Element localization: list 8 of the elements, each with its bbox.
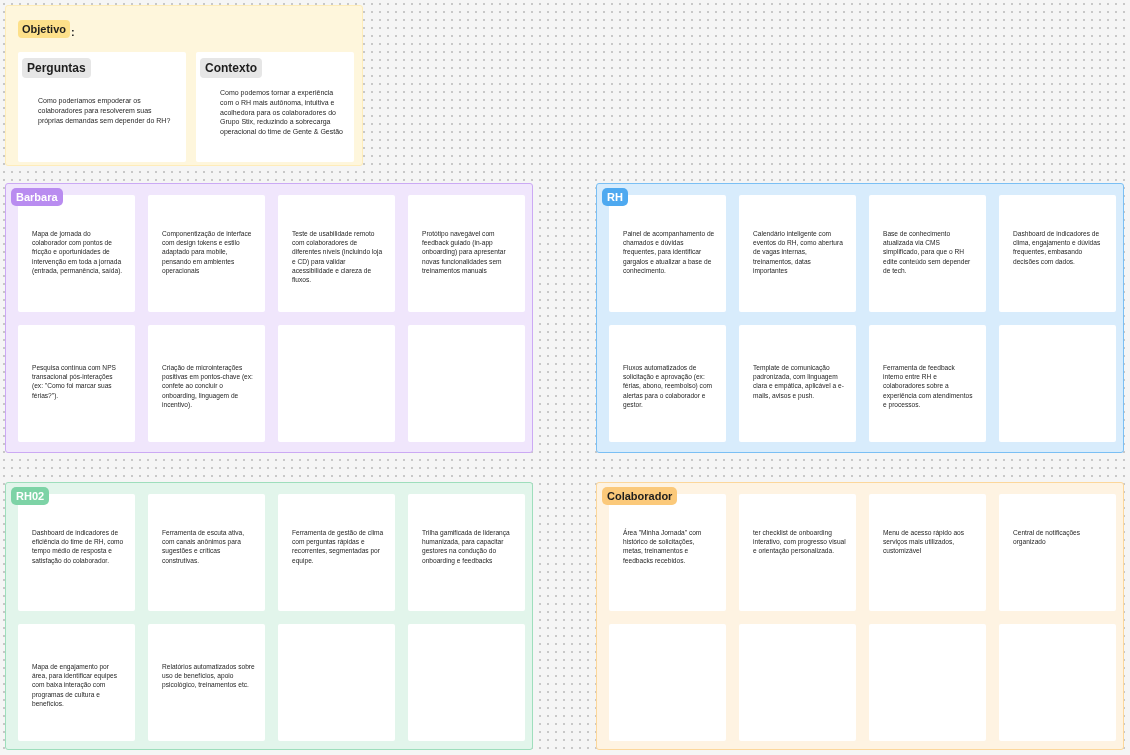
card-title: Perguntas xyxy=(22,58,91,78)
card-title: Contexto xyxy=(200,58,262,78)
section-label: Barbara xyxy=(11,188,63,206)
section-label: Objetivo xyxy=(18,20,70,38)
section-label: Colaborador xyxy=(602,487,678,505)
section-label: RH02 xyxy=(11,487,50,505)
section-label: RH xyxy=(602,188,628,206)
colon-text: : xyxy=(71,26,75,38)
